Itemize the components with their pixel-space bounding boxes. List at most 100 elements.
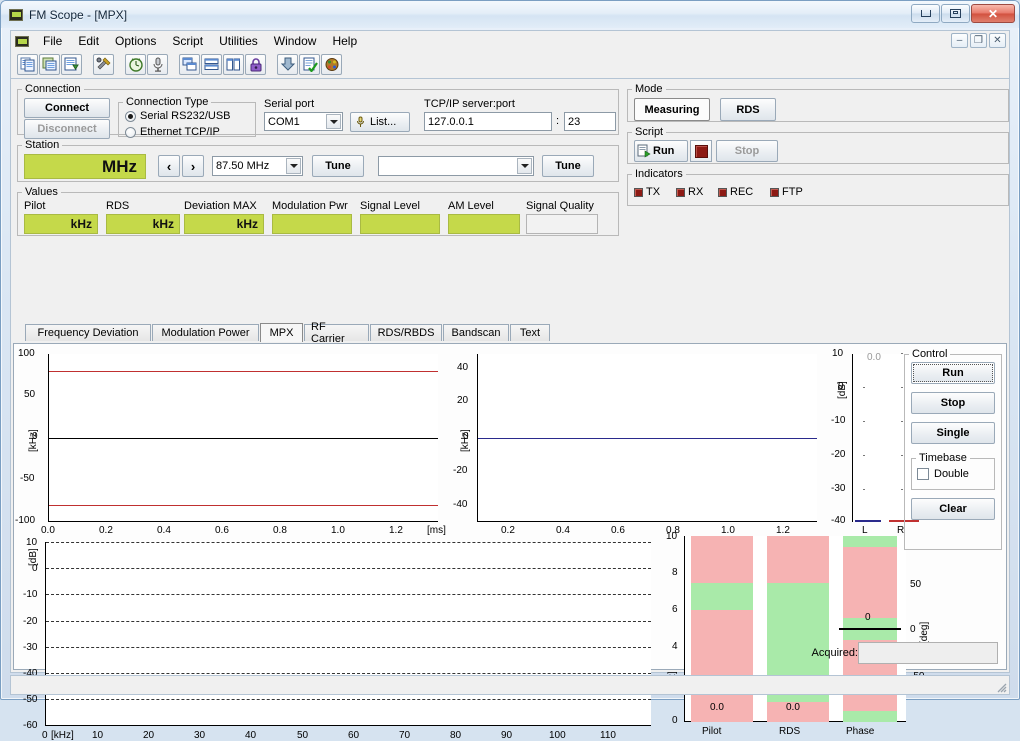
connection-legend: Connection: [25, 83, 81, 95]
open-window-icon[interactable]: [39, 54, 60, 75]
chart5-y2tick-0: 0: [910, 624, 916, 635]
save-window-icon[interactable]: [61, 54, 82, 75]
chart4-xtick-1: 10: [92, 730, 104, 741]
connect-button[interactable]: Connect: [24, 98, 110, 118]
menu-item-window[interactable]: Window: [266, 32, 325, 50]
mdi-minimize-button[interactable]: –: [951, 33, 968, 48]
chart5-y2tick-50: 50: [910, 579, 922, 590]
tab-rf-carrier[interactable]: RF Carrier: [304, 321, 369, 345]
tab-mpx[interactable]: MPX: [260, 323, 303, 342]
control-group: Control Run Stop Single Timebase Double …: [904, 348, 1002, 550]
tcp-port-value: 23: [568, 115, 581, 128]
mode-rds-button[interactable]: RDS: [720, 98, 776, 121]
bar-phase-ok-range-bottom: [843, 711, 897, 722]
chart4-xtick-0: 0: [42, 730, 48, 741]
chart5-ytick-10: 10: [666, 531, 678, 542]
menu-item-edit[interactable]: Edit: [70, 32, 107, 50]
tab-frequency-deviation[interactable]: Frequency Deviation: [25, 324, 151, 341]
chart1-xtick-4: 0.8: [273, 525, 287, 536]
preset-frequency-combo[interactable]: 87.50 MHz: [212, 156, 303, 176]
radio-ethernet-label: Ethernet TCP/IP: [140, 126, 220, 138]
tab-bandscan[interactable]: Bandscan: [443, 324, 509, 341]
palette-icon[interactable]: [321, 54, 342, 75]
mdi-close-button[interactable]: ✕: [989, 33, 1006, 48]
values-group: Values Pilot RDS Deviation MAX Modulatio…: [17, 186, 619, 236]
stereo-annotation: 0.0: [867, 352, 881, 363]
tcp-port-input[interactable]: 23: [564, 112, 616, 131]
tune-button[interactable]: Tune: [312, 155, 364, 177]
minimize-button[interactable]: [911, 4, 940, 23]
radio-ethernet-tcpip[interactable]: Ethernet TCP/IP: [125, 126, 220, 138]
tile-vertical-icon[interactable]: [223, 54, 244, 75]
chart3-ytick-n20: -20: [831, 449, 846, 460]
bar-pilot-ok-range: [691, 582, 753, 611]
chart1-xtick-3: 0.6: [215, 525, 229, 536]
tcp-host-input[interactable]: 127.0.0.1: [424, 112, 552, 131]
resize-grip-icon[interactable]: [994, 680, 1007, 693]
frequency-display: MHz: [24, 154, 146, 179]
disconnect-button[interactable]: Disconnect: [24, 119, 110, 139]
timebase-legend: Timebase: [919, 452, 967, 464]
new-window-icon[interactable]: [17, 54, 38, 75]
chevron-down-icon[interactable]: [326, 114, 341, 129]
control-legend: Control: [912, 348, 948, 360]
control-single-button[interactable]: Single: [911, 422, 995, 444]
mdi-child-controls: – ❐ ✕: [951, 33, 1006, 48]
rx-led-icon: [676, 187, 685, 197]
close-button[interactable]: ✕: [971, 4, 1015, 23]
value-label-modulation-pwr: Modulation Pwr: [272, 200, 348, 212]
mode-measuring-button[interactable]: Measuring: [634, 98, 710, 121]
indicator-ftp-label: FTP: [782, 186, 803, 198]
tab-text[interactable]: Text: [510, 324, 550, 341]
microphone-icon[interactable]: [147, 54, 168, 75]
value-field-signal-level: [360, 214, 440, 234]
control-stop-button[interactable]: Stop: [911, 392, 995, 414]
list-button[interactable]: List...: [350, 112, 410, 132]
application-window: FM Scope - [MPX] ✕ File Edit Options Scr…: [0, 0, 1020, 741]
timer-icon[interactable]: [125, 54, 146, 75]
control-run-button[interactable]: Run: [911, 362, 995, 384]
lock-icon[interactable]: [245, 54, 266, 75]
chart1-xtick-2: 0.4: [157, 525, 171, 536]
timebase-double-checkbox[interactable]: Double: [917, 468, 969, 480]
freq-prev-button[interactable]: ‹: [158, 155, 180, 177]
freq-next-button[interactable]: ›: [182, 155, 204, 177]
maximize-button[interactable]: [941, 4, 970, 23]
menu-item-script[interactable]: Script: [164, 32, 211, 50]
radio-serial-rs232[interactable]: Serial RS232/USB: [125, 110, 231, 122]
menu-item-options[interactable]: Options: [107, 32, 164, 50]
menu-bar: File Edit Options Script Utilities Windo…: [10, 30, 1010, 51]
script-run-button[interactable]: Run: [634, 140, 688, 162]
cascade-windows-icon[interactable]: [179, 54, 200, 75]
tx-led-icon: [634, 187, 643, 197]
chart4-ytick-n60: -60: [23, 720, 38, 731]
checklist-icon[interactable]: [299, 54, 320, 75]
chevron-down-icon[interactable]: [286, 158, 301, 174]
serial-port-combo[interactable]: COM1: [264, 112, 343, 131]
control-clear-button[interactable]: Clear: [911, 498, 995, 520]
chevron-down-icon[interactable]: [517, 158, 532, 174]
chart5-ytick-8: 8: [672, 567, 678, 578]
tools-icon[interactable]: [93, 54, 114, 75]
menu-item-file[interactable]: File: [35, 32, 70, 50]
station-list-combo[interactable]: [378, 156, 534, 176]
tab-modulation-power[interactable]: Modulation Power: [152, 324, 259, 341]
value-label-deviation-max: Deviation MAX: [184, 200, 257, 212]
script-stop-button[interactable]: Stop: [716, 140, 778, 162]
menu-item-help[interactable]: Help: [324, 32, 365, 50]
list-button-label: List...: [370, 116, 397, 128]
window-title: FM Scope - [MPX]: [29, 7, 128, 22]
tab-strip: Frequency Deviation Modulation Power MPX…: [21, 321, 999, 345]
chart2-xtick-2: 0.6: [611, 525, 625, 536]
chart4-ytick-10: 10: [26, 537, 38, 548]
chart4-ytick-n30: -30: [23, 642, 38, 653]
tile-horizontal-icon[interactable]: [201, 54, 222, 75]
indicator-rec-label: REC: [730, 186, 754, 198]
tab-rds-rbds[interactable]: RDS/RBDS: [370, 324, 442, 341]
mpx-limit-upper-line: [49, 370, 438, 372]
tune-station-button[interactable]: Tune: [542, 155, 594, 177]
download-icon[interactable]: [277, 54, 298, 75]
mdi-restore-button[interactable]: ❐: [970, 33, 987, 48]
menu-item-utilities[interactable]: Utilities: [211, 32, 266, 50]
values-legend: Values: [25, 186, 58, 198]
